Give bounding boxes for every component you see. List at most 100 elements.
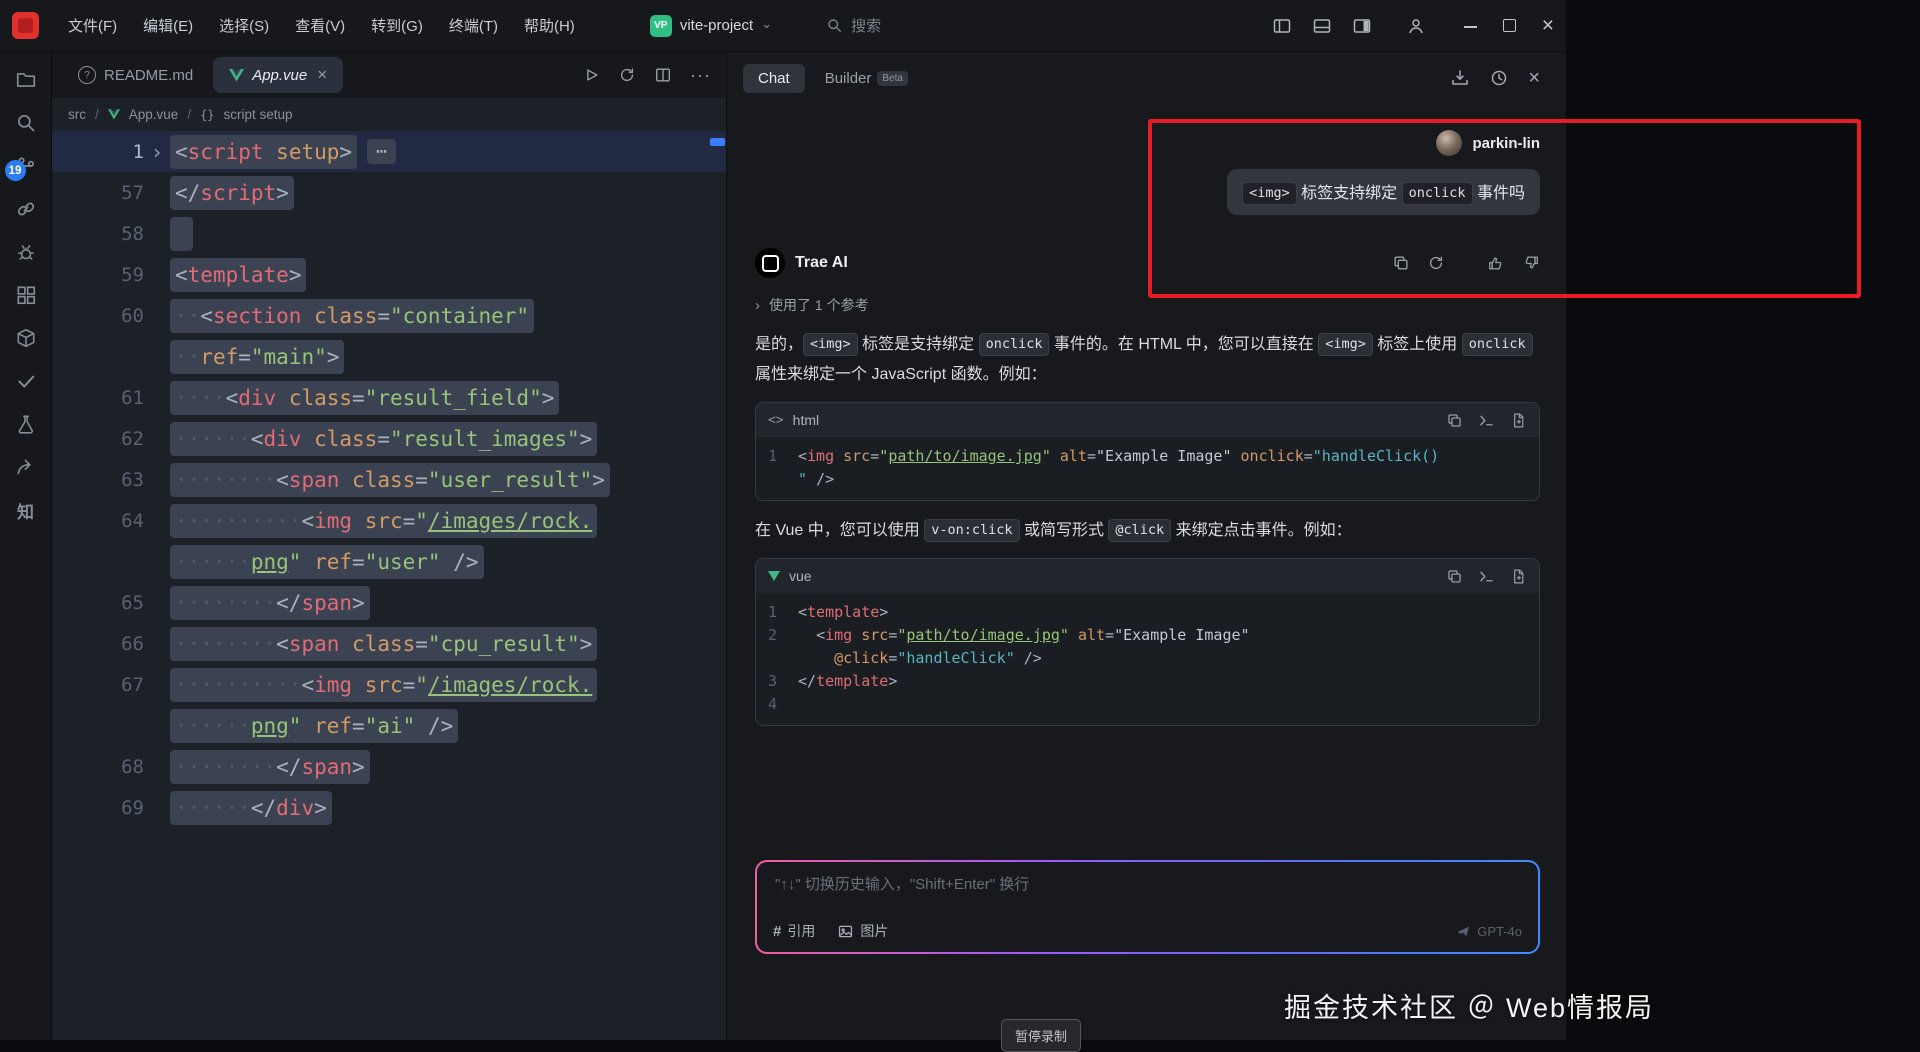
- folded-code-indicator[interactable]: ⋯: [367, 139, 396, 164]
- account-icon[interactable]: [1406, 16, 1426, 36]
- chevron-down-icon: ⌄: [761, 15, 773, 31]
- insert-icon[interactable]: [1478, 412, 1495, 429]
- new-file-icon[interactable]: [1510, 412, 1527, 429]
- code-line[interactable]: 57 </script>: [52, 172, 727, 213]
- tab-app-vue[interactable]: App.vue ×: [213, 57, 344, 93]
- chat-header: Chat Builder Beta ×: [727, 52, 1566, 104]
- quote-button[interactable]: # 引用: [773, 921, 815, 941]
- code-text: <script setup>: [170, 134, 358, 169]
- titlebar-search[interactable]: 搜索: [826, 15, 881, 36]
- code-line-number: [768, 468, 786, 491]
- layout-panel-bottom-icon[interactable]: [1312, 16, 1332, 36]
- code-line[interactable]: 67 ··········<img src="/images/rock.: [52, 664, 727, 705]
- activity-zhihu[interactable]: 知: [12, 496, 40, 524]
- code-text: ········</span>: [170, 749, 370, 784]
- copy-icon[interactable]: [1446, 568, 1463, 585]
- menu-item[interactable]: 终端(T): [438, 10, 509, 41]
- menu-item[interactable]: 编辑(E): [132, 10, 204, 41]
- activity-source-control[interactable]: 19: [4, 152, 40, 181]
- breadcrumb-file[interactable]: App.vue: [129, 107, 179, 122]
- code-line[interactable]: 58: [52, 213, 727, 254]
- code-line[interactable]: 1 › <script setup> ⋯: [52, 131, 727, 172]
- breadcrumb-src[interactable]: src: [68, 107, 86, 122]
- more-actions-icon[interactable]: ···: [690, 65, 711, 86]
- code-line[interactable]: 60 ··<section class="container": [52, 295, 727, 336]
- insert-icon[interactable]: [1478, 568, 1495, 585]
- activity-search[interactable]: [12, 109, 40, 137]
- tab-builder[interactable]: Builder Beta: [821, 64, 912, 93]
- titlebar-controls: ×: [1272, 15, 1554, 36]
- code-block-body: 1 <template> 2 <img src="path/to/image.jpg…: [756, 593, 1539, 725]
- project-selector[interactable]: VP vite-project ⌄: [640, 11, 782, 41]
- menu-item[interactable]: 转到(G): [360, 10, 434, 41]
- image-icon: [839, 925, 853, 937]
- sync-icon[interactable]: [618, 66, 636, 84]
- menu-item[interactable]: 查看(V): [284, 10, 356, 41]
- code-line[interactable]: 59 <template>: [52, 254, 727, 295]
- code-block: vue 1 <template> 2 <img src="path/to/image.…: [755, 558, 1540, 726]
- whitespace-dots: ········: [175, 631, 277, 656]
- activity-share[interactable]: [12, 453, 40, 481]
- copy-icon[interactable]: [1446, 412, 1463, 429]
- layout-sidebar-left-icon[interactable]: [1272, 16, 1292, 36]
- scrollbar-marker[interactable]: [710, 138, 725, 146]
- inline-code: onclick: [978, 333, 1050, 356]
- run-button[interactable]: [582, 66, 600, 84]
- code-block-line: " />: [768, 468, 1527, 491]
- code-line[interactable]: 66 ········<span class="cpu_result">: [52, 623, 727, 664]
- code-line[interactable]: ······png" ref="user" />: [52, 541, 727, 582]
- trae-logo-icon[interactable]: [12, 12, 39, 39]
- code-text: ····<div class="result_field">: [170, 380, 560, 415]
- text-run: 或简写形式: [1019, 522, 1109, 539]
- activity-debug[interactable]: [12, 238, 40, 266]
- activity-explorer[interactable]: [12, 66, 40, 94]
- code-line[interactable]: ··ref="main">: [52, 336, 727, 377]
- code-line[interactable]: ······png" ref="ai" />: [52, 705, 727, 746]
- code-line[interactable]: 65 ········</span>: [52, 582, 727, 623]
- history-icon[interactable]: [1489, 68, 1509, 88]
- text-run: 是的，: [755, 336, 804, 353]
- whitespace-dots: ······: [175, 713, 251, 738]
- line-number: 59: [121, 263, 144, 286]
- code-editor[interactable]: 1 › <script setup> ⋯ 57 </script> 58 59 <templa…: [52, 131, 727, 1040]
- code-line[interactable]: 64 ··········<img src="/images/rock.: [52, 500, 727, 541]
- code-text: ······png" ref="ai" />: [170, 708, 459, 743]
- pause-recording-button[interactable]: 暂停录制: [1001, 1019, 1082, 1052]
- activity-extensions[interactable]: [12, 281, 40, 309]
- tab-readme[interactable]: ? README.md: [62, 52, 209, 98]
- activity-testing[interactable]: [12, 410, 40, 438]
- new-session-icon[interactable]: [1450, 68, 1470, 88]
- code-line[interactable]: 68 ········</span>: [52, 746, 727, 787]
- code-line[interactable]: 69 ······</div>: [52, 787, 727, 828]
- close-tab-icon[interactable]: ×: [317, 65, 327, 85]
- split-editor-icon[interactable]: [654, 66, 672, 84]
- menu-item[interactable]: 选择(S): [208, 10, 280, 41]
- breadcrumb[interactable]: src / App.vue / {} script setup: [52, 98, 727, 131]
- tab-chat[interactable]: Chat: [743, 63, 805, 93]
- reference-toggle[interactable]: › 使用了 1 个参考: [755, 295, 1540, 315]
- image-button[interactable]: 图片: [837, 921, 888, 941]
- code-block-line: 1 <img src="path/to/image.jpg" alt="Examp…: [768, 445, 1527, 468]
- window-maximize-button[interactable]: [1502, 19, 1516, 32]
- breadcrumb-symbol[interactable]: script setup: [224, 107, 293, 122]
- titlebar: 文件(F) 编辑(E) 选择(S) 查看(V) 转到(G) 终端(T) 帮助(H) VP v…: [0, 0, 1566, 52]
- whitespace-dots: ··········: [175, 508, 302, 533]
- new-file-icon[interactable]: [1510, 568, 1527, 585]
- menu-item[interactable]: 帮助(H): [513, 10, 586, 41]
- chat-input[interactable]: [773, 875, 1526, 894]
- layout-sidebar-right-icon[interactable]: [1352, 16, 1372, 36]
- code-line[interactable]: 61 ····<div class="result_field">: [52, 377, 727, 418]
- code-line[interactable]: 63 ········<span class="user_result">: [52, 459, 727, 500]
- activity-tasks[interactable]: [12, 367, 40, 395]
- window-close-button[interactable]: ×: [1542, 15, 1554, 36]
- activity-remote[interactable]: [12, 195, 40, 223]
- whitespace-dots: ······: [175, 426, 251, 451]
- code-line[interactable]: 62 ······<div class="result_images">: [52, 418, 727, 459]
- whitespace-dots: ··: [175, 344, 201, 369]
- menu-item[interactable]: 文件(F): [57, 10, 128, 41]
- close-panel-icon[interactable]: ×: [1528, 68, 1540, 88]
- fold-indicator[interactable]: ›: [144, 140, 170, 164]
- code-block-line: 1 <template>: [768, 601, 1527, 624]
- activity-package[interactable]: [12, 324, 40, 352]
- model-selector[interactable]: GPT-4o: [1456, 924, 1522, 939]
